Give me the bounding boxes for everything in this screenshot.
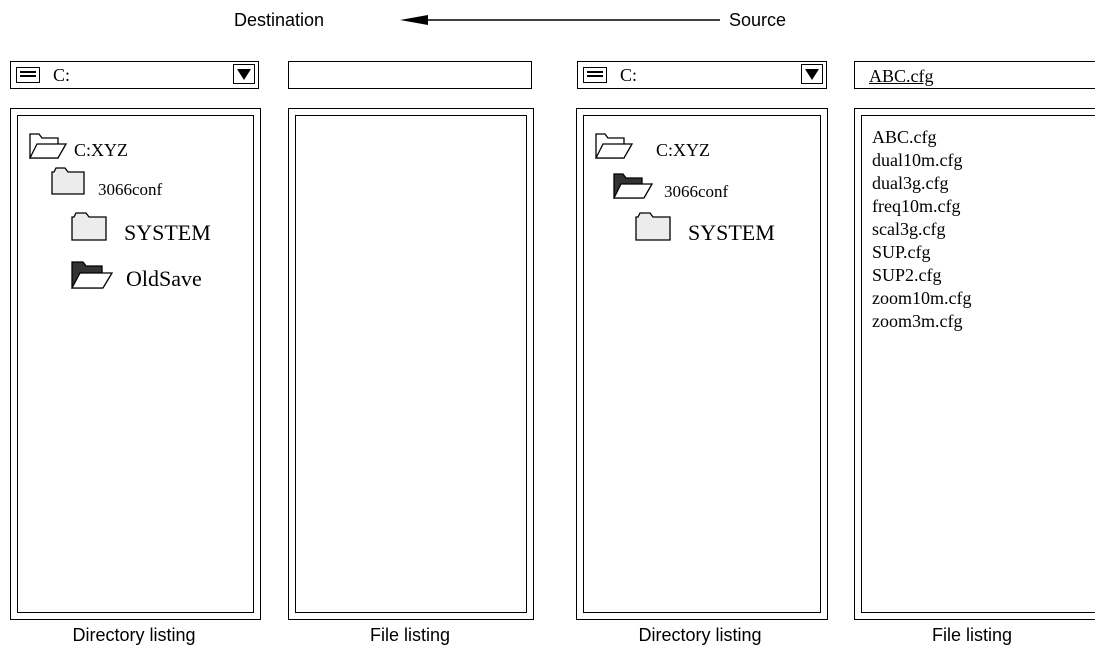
list-item[interactable]: dual10m.cfg: [872, 149, 971, 172]
list-item[interactable]: SUP2.cfg: [872, 264, 971, 287]
destination-drive-select[interactable]: C:: [10, 61, 259, 89]
tree-node-root-label: C:XYZ: [656, 140, 710, 160]
source-directory-inner: C:XYZ 3066conf SYSTEM: [583, 115, 821, 613]
caption-destination-directory: Directory listing: [72, 625, 196, 645]
list-item[interactable]: zoom3m.cfg: [872, 310, 971, 333]
closed-folder-icon: [71, 212, 107, 241]
open-folder-icon: [594, 133, 634, 159]
closed-folder-icon: [51, 167, 85, 195]
list-item[interactable]: ABC.cfg: [872, 126, 971, 149]
list-item[interactable]: freq10m.cfg: [872, 195, 971, 218]
destination-directory-listing[interactable]: C:XYZ 3066conf SYSTEM OldSave: [10, 108, 261, 620]
destination-directory-inner: C:XYZ 3066conf SYSTEM OldSave: [17, 115, 254, 613]
destination-file-listing-inner: [295, 115, 527, 613]
direction-arrow: [400, 15, 720, 25]
file-list: ABC.cfg dual10m.cfg dual3g.cfg freq10m.c…: [872, 126, 971, 333]
open-folder-filled-icon: [70, 261, 114, 289]
source-directory-listing[interactable]: C:XYZ 3066conf SYSTEM: [576, 108, 828, 620]
open-folder-filled-icon: [612, 173, 654, 199]
caption-source-directory: Directory listing: [638, 625, 762, 645]
source-filename-text: ABC.cfg: [869, 66, 934, 86]
drive-label: C:: [620, 65, 638, 85]
drive-label: C:: [53, 65, 71, 85]
tree-node-oldsave-label: OldSave: [126, 266, 202, 291]
tree-node-system-label: SYSTEM: [124, 220, 211, 245]
list-item[interactable]: dual3g.cfg: [872, 172, 971, 195]
dropdown-arrow-icon[interactable]: [233, 64, 255, 84]
list-item[interactable]: SUP.cfg: [872, 241, 971, 264]
source-file-listing[interactable]: ABC.cfg dual10m.cfg dual3g.cfg freq10m.c…: [854, 108, 1095, 620]
source-file-listing-inner: ABC.cfg dual10m.cfg dual3g.cfg freq10m.c…: [861, 115, 1095, 613]
drive-icon: [583, 67, 607, 83]
tree-node-system-label: SYSTEM: [688, 220, 775, 245]
drive-icon: [16, 67, 40, 83]
list-item[interactable]: zoom10m.cfg: [872, 287, 971, 310]
list-item[interactable]: scal3g.cfg: [872, 218, 971, 241]
dropdown-arrow-icon[interactable]: [801, 64, 823, 84]
destination-file-listing[interactable]: [288, 108, 534, 620]
tree-node-conf-label: 3066conf: [664, 182, 729, 201]
caption-destination-files: File listing: [369, 625, 451, 645]
source-filename-field[interactable]: ABC.cfg: [854, 61, 1095, 89]
destination-filename-field[interactable]: [288, 61, 532, 89]
caption-source-files: File listing: [931, 625, 1013, 645]
source-drive-select[interactable]: C:: [577, 61, 827, 89]
tree-node-conf-label: 3066conf: [98, 180, 163, 199]
closed-folder-icon: [635, 212, 671, 241]
open-folder-icon: [28, 133, 68, 159]
tree-node-root-label: C:XYZ: [74, 140, 128, 160]
